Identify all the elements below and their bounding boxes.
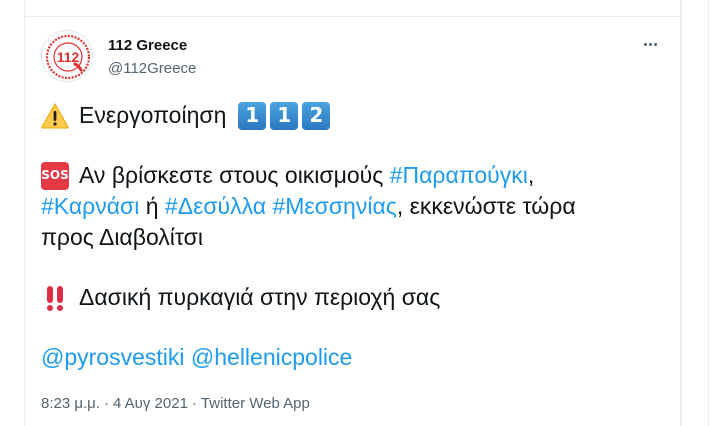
tweet-line-4: προς Διαβολίτσι	[41, 222, 671, 253]
top-divider	[25, 16, 680, 17]
meta-separator: ·	[103, 395, 109, 412]
avatar[interactable]: 112	[41, 30, 93, 82]
avatar-text: 112	[57, 49, 80, 65]
hashtag-messinias[interactable]: #Μεσσηνίας	[272, 191, 396, 222]
double-exclamation-icon	[41, 285, 69, 311]
author-name[interactable]: 112 Greece	[108, 37, 187, 54]
warning-icon	[41, 102, 69, 129]
author-handle[interactable]: @112Greece	[108, 60, 196, 77]
tweet-source[interactable]: Twitter Web App	[201, 395, 310, 412]
hashtag-desylla[interactable]: #Δεσύλλα	[165, 191, 266, 222]
meta-separator: ·	[191, 395, 197, 412]
evacuate-text: , εκκενώστε τώρα	[396, 193, 576, 219]
tweet-text: Ενεργοποίηση 1 1 2 SOS Αν βρίσκεστε στου…	[41, 100, 671, 373]
or-text: ή	[145, 193, 159, 219]
hashtag-karnasi[interactable]: #Καρνάσι	[41, 191, 139, 222]
right-divider	[708, 0, 709, 426]
right-gutter	[682, 0, 718, 426]
activation-text: Ενεργοποίηση	[79, 102, 227, 128]
direction-text: προς Διαβολίτσι	[41, 224, 203, 250]
tweet-time[interactable]: 8:23 μ.μ.	[41, 395, 100, 412]
tweet-line-1: Ενεργοποίηση 1 1 2	[41, 100, 671, 131]
more-dot	[648, 42, 652, 46]
keycap-1-icon: 1	[270, 101, 299, 130]
keycap-group: 1 1 2	[234, 101, 331, 130]
avatar-112-logo: 112	[44, 33, 92, 81]
wildfire-text: Δασική πυρκαγιά στην περιοχή σας	[79, 284, 441, 310]
left-margin	[0, 0, 24, 426]
settlements-text: Αν βρίσκεστε στους οικισμούς	[79, 162, 384, 188]
mention-pyrosvestiki[interactable]: @pyrosvestiki	[41, 342, 185, 373]
tweet-meta: 8:23 μ.μ. · 4 Αυγ 2021 · Twitter Web App	[41, 395, 310, 412]
keycap-1-icon: 1	[238, 101, 267, 130]
hashtag-parapougki[interactable]: #Παραπούγκι	[390, 160, 528, 191]
tweet-line-3: #Καρνάσι ή #Δεσύλλα #Μεσσηνίας, εκκενώστ…	[41, 191, 671, 222]
keycap-2-icon: 2	[302, 101, 331, 130]
tweet-card: 112 112 Greece @112Greece Ενεργοποίηση 1…	[24, 0, 681, 426]
tweet-line-6: @pyrosvestiki @hellenicpolice	[41, 342, 671, 373]
tweet-date[interactable]: 4 Αυγ 2021	[113, 395, 188, 412]
mention-hellenicpolice[interactable]: @hellenicpolice	[191, 342, 352, 373]
comma-text: ,	[527, 162, 535, 188]
tweet-line-5: Δασική πυρκαγιά στην περιοχή σας	[41, 282, 671, 313]
more-dot	[643, 42, 647, 46]
sos-icon: SOS	[41, 161, 69, 190]
tweet-line-2: SOS Αν βρίσκεστε στους οικισμούς #Παραπο…	[41, 160, 671, 191]
more-icon[interactable]	[638, 34, 662, 54]
more-dot	[653, 42, 657, 46]
